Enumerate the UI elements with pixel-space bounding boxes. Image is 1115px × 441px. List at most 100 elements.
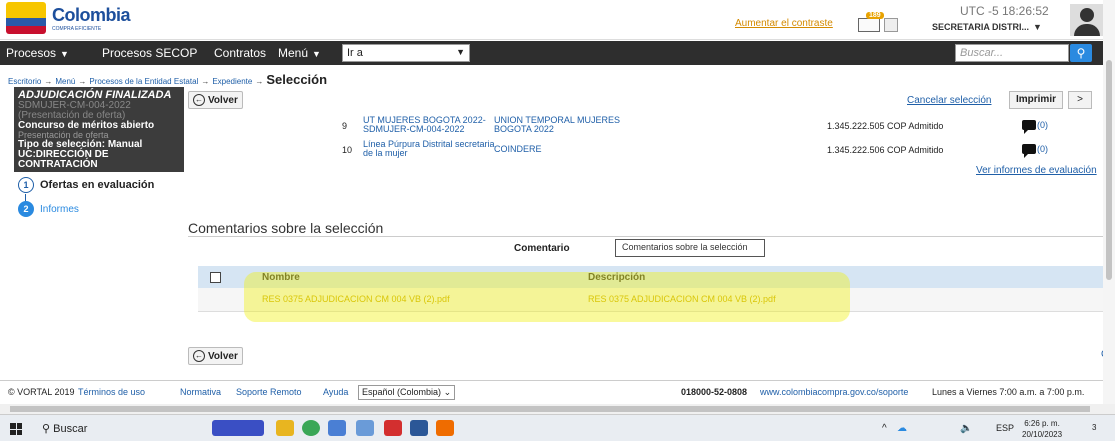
- offer-comments[interactable]: (0): [1022, 144, 1048, 158]
- support-hours: Lunes a Viernes 7:00 a.m. a 7:00 p.m.: [932, 387, 1085, 397]
- offer-number: 10: [342, 145, 353, 155]
- goto-select[interactable]: Ir a ▼: [342, 44, 470, 62]
- taskbar-clock[interactable]: 6:26 p. m. 20/10/2023: [1022, 418, 1062, 440]
- step-informes[interactable]: 2 Informes: [18, 201, 79, 217]
- app-icon[interactable]: [328, 420, 346, 436]
- header: Colombia COMPRA EFICIENTE Aumentar el co…: [0, 0, 1115, 40]
- volver-button[interactable]: ← Volver: [188, 91, 243, 109]
- view-evaluation-reports-link[interactable]: Ver informes de evaluación: [976, 165, 1097, 176]
- language-select[interactable]: Español (Colombia) ⌄: [358, 385, 456, 400]
- logo-title: Colombia: [52, 4, 131, 25]
- select-all-checkbox[interactable]: [210, 272, 221, 283]
- word-icon[interactable]: [410, 420, 428, 436]
- step-number: 2: [18, 201, 34, 217]
- arrow-right-icon: →: [78, 77, 87, 86]
- offer-provider-link[interactable]: UNION TEMPORAL MUJERES BOGOTA 2022: [494, 116, 654, 134]
- breadcrumb-expediente[interactable]: Expediente: [212, 77, 252, 86]
- offer-provider-link[interactable]: COINDERE: [494, 145, 654, 154]
- mail-icon[interactable]: [858, 18, 880, 32]
- footer-link-normativa[interactable]: Normativa: [180, 387, 221, 397]
- yellow-highlight-annotation: [244, 272, 850, 322]
- breadcrumb: Escritorio → Menú → Procesos de la Entidad E…: [8, 72, 327, 87]
- support-phone: 018000-52-0808: [681, 387, 748, 397]
- increase-contrast-link[interactable]: Aumentar el contraste: [735, 18, 833, 29]
- app-icon[interactable]: [436, 420, 454, 436]
- windows-start-icon[interactable]: [10, 423, 22, 435]
- search-input[interactable]: Buscar...: [955, 44, 1069, 62]
- notification-count[interactable]: 3: [1092, 423, 1096, 432]
- cloud-icon[interactable]: ☁: [897, 423, 907, 434]
- support-url-link[interactable]: www.colombiacompra.gov.co/soporte: [760, 387, 908, 397]
- breadcrumb-procesos[interactable]: Procesos de la Entidad Estatal: [89, 77, 198, 86]
- arrow-right-icon: →: [201, 77, 210, 86]
- utc-clock: UTC -5 18:26:52: [960, 4, 1049, 18]
- scrollbar-thumb[interactable]: [10, 406, 1090, 412]
- process-summary: ADJUDICACIÓN FINALIZADA SDMUJER-CM-004-2…: [14, 87, 184, 172]
- search-icon: ⚲: [42, 423, 51, 435]
- cancel-selection-link[interactable]: Cancelar selección: [907, 95, 992, 106]
- clock-time: 6:26 p. m.: [1024, 419, 1060, 428]
- logo-flag-icon: [6, 2, 46, 34]
- nav-procesos-secop[interactable]: Procesos SECOP: [102, 46, 197, 60]
- footer-link-terminos[interactable]: Términos de uso: [78, 387, 145, 397]
- comment-icon: [1022, 144, 1036, 158]
- back-arrow-icon: ←: [193, 94, 205, 106]
- comment-label: Comentario: [514, 243, 570, 254]
- colombia-compra-logo[interactable]: Colombia COMPRA EFICIENTE: [6, 2, 131, 34]
- comment-field[interactable]: Comentarios sobre la selección: [615, 239, 765, 257]
- chevron-down-icon: ⌄: [443, 387, 452, 397]
- offer-process-link[interactable]: UT MUJERES BOGOTA 2022- SDMUJER-CM-004-2…: [363, 116, 503, 134]
- copyright: © VORTAL 2019: [8, 387, 75, 397]
- clock-date: 20/10/2023: [1022, 430, 1063, 439]
- computer-icon[interactable]: [884, 18, 898, 32]
- taskbar-search[interactable]: ⚲ Buscar: [36, 419, 196, 439]
- table-row: 9 UT MUJERES BOGOTA 2022- SDMUJER-CM-004…: [190, 116, 1103, 136]
- comment-icon: [1022, 120, 1036, 134]
- nav-procesos[interactable]: Procesos ▼: [6, 46, 69, 60]
- footer-link-soporte[interactable]: Soporte Remoto: [236, 387, 302, 397]
- nav-menu[interactable]: Menú ▼: [278, 46, 321, 60]
- taskbar-search-label: Buscar: [53, 423, 88, 435]
- back-arrow-icon: ←: [193, 350, 205, 362]
- offer-process-link[interactable]: Línea Púrpura Distrital secretaria de la…: [363, 140, 503, 158]
- volver-label: Volver: [208, 350, 238, 362]
- offer-comments[interactable]: (0): [1022, 120, 1048, 134]
- input-language[interactable]: ESP: [996, 423, 1014, 433]
- nav-menu-label: Menú: [278, 46, 309, 60]
- step-ofertas[interactable]: 1 Ofertas en evaluación: [18, 177, 154, 193]
- step-label: Ofertas en evaluación: [40, 179, 155, 191]
- windows-taskbar: ⚲ Buscar ^ ☁ 🔈 ESP 6:26 p. m. 20/10/2023…: [0, 414, 1115, 441]
- mail-count-badge: 189: [866, 12, 884, 19]
- comment-count: (0): [1037, 120, 1048, 130]
- vertical-scrollbar[interactable]: [1103, 0, 1115, 404]
- print-button[interactable]: Imprimir: [1009, 91, 1063, 109]
- footer-link-ayuda[interactable]: Ayuda: [323, 387, 348, 397]
- step-label: Informes: [40, 203, 79, 215]
- taskbar-app-window-icon[interactable]: [212, 420, 264, 436]
- step-number: 1: [18, 177, 34, 193]
- chevron-down-icon: ▼: [1033, 22, 1042, 32]
- chrome-icon[interactable]: [302, 420, 320, 436]
- horizontal-scrollbar[interactable]: [0, 404, 1115, 414]
- next-button[interactable]: >: [1068, 91, 1092, 109]
- offer-value: 1.345.222.506 COP Admitido: [827, 145, 944, 155]
- nav-contratos[interactable]: Contratos: [214, 46, 266, 60]
- breadcrumb-menu[interactable]: Menú: [55, 77, 75, 86]
- avatar[interactable]: [1070, 4, 1104, 36]
- pdf-reader-icon[interactable]: [384, 420, 402, 436]
- arrow-right-icon: →: [255, 77, 264, 86]
- breadcrumb-escritorio[interactable]: Escritorio: [8, 77, 41, 86]
- footer: © VORTAL 2019 Términos de uso Normativa …: [0, 380, 1103, 404]
- speaker-icon[interactable]: 🔈: [960, 423, 972, 434]
- app-icon[interactable]: [356, 420, 374, 436]
- file-explorer-icon[interactable]: [276, 420, 294, 436]
- volver-label: Volver: [208, 94, 238, 106]
- chevron-up-icon[interactable]: ^: [882, 423, 887, 434]
- scrollbar-thumb[interactable]: [1106, 60, 1112, 280]
- chevron-down-icon: ▼: [60, 49, 69, 59]
- chevron-down-icon: ▼: [312, 49, 321, 59]
- search-icon[interactable]: ⚲: [1070, 44, 1092, 62]
- user-menu[interactable]: SECRETARIA DISTRI... ▼: [932, 22, 1042, 32]
- goto-value: Ir a: [347, 47, 363, 59]
- volver-button-bottom[interactable]: ← Volver: [188, 347, 243, 365]
